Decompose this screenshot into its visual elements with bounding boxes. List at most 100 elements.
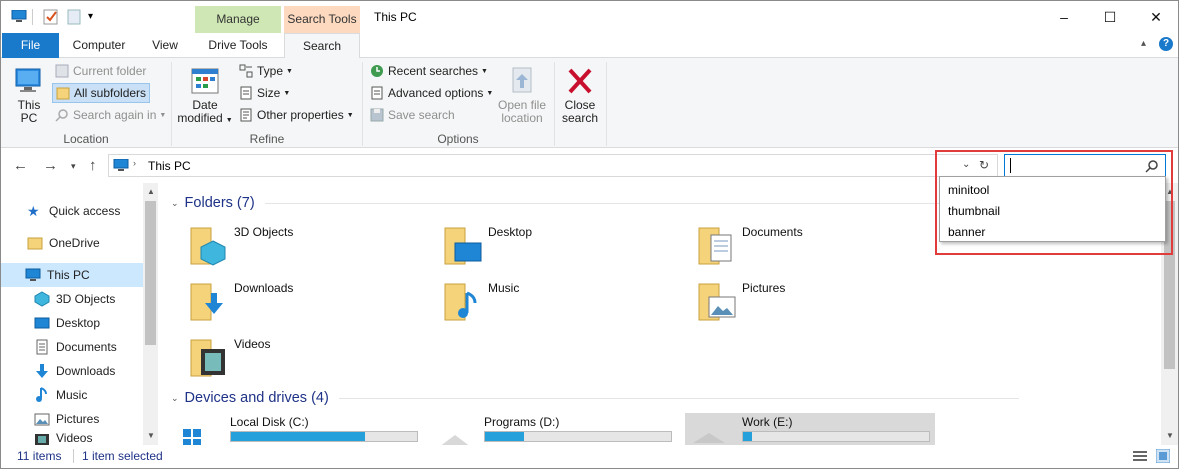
nav-scrollbar[interactable]: ▲ ▼ <box>143 183 158 445</box>
type-icon <box>239 64 253 78</box>
all-subfolders-button[interactable]: All subfolders <box>52 83 151 103</box>
save-search-button[interactable]: Save search <box>370 108 455 122</box>
devices-section-header[interactable]: ⌄ Devices and drives (4) <box>171 390 1161 406</box>
ribbon-tabs: File Computer View Drive Tools Search ▴ … <box>1 33 1178 59</box>
save-search-label: Save search <box>388 108 455 122</box>
recent-searches-label: Recent searches <box>388 64 479 78</box>
collapse-chevron-icon[interactable]: ⌄ <box>171 198 179 209</box>
folder-desktop-icon <box>444 227 482 265</box>
recent-searches-button[interactable]: Recent searches ▼ <box>370 64 488 78</box>
recent-locations-icon[interactable]: ▾ <box>71 161 76 172</box>
new-folder-icon[interactable] <box>67 9 81 25</box>
current-folder-button[interactable]: Current folder <box>55 64 146 78</box>
folder-desktop[interactable]: Desktop <box>443 225 693 275</box>
maximize-button[interactable]: ☐ <box>1087 1 1133 33</box>
up-arrow-icon[interactable]: ↑ <box>89 157 97 174</box>
details-view-icon[interactable] <box>1133 450 1147 462</box>
minimize-button[interactable]: – <box>1041 1 1087 33</box>
breadcrumb-chevron-icon[interactable]: › <box>133 158 136 168</box>
this-pc-scope-button[interactable]: This PC <box>11 66 47 125</box>
folder-downloads[interactable]: Downloads <box>189 281 439 331</box>
scroll-down-icon[interactable]: ▼ <box>147 431 155 440</box>
tab-search[interactable]: Search <box>284 33 360 59</box>
devices-header-label: Devices and drives (4) <box>184 390 329 406</box>
all-subfolders-label: All subfolders <box>74 86 147 100</box>
close-search-button[interactable]: Close search <box>559 66 601 125</box>
suggestion-item[interactable]: thumbnail <box>948 204 1000 218</box>
close-icon: ✕ <box>1150 8 1162 25</box>
cube-icon <box>34 291 50 307</box>
refine-group-label: Refine <box>249 132 285 146</box>
nav-item-pictures[interactable]: Pictures <box>34 407 99 431</box>
other-properties-button[interactable]: Other properties ▼ <box>239 108 354 122</box>
advanced-options-button[interactable]: Advanced options ▼ <box>370 86 493 100</box>
folder-documents[interactable]: Documents <box>697 225 947 275</box>
open-file-location-label2: location <box>501 111 543 125</box>
section-divider <box>264 202 1025 204</box>
minimize-ribbon-icon[interactable]: ▴ <box>1141 38 1146 49</box>
nav-item-videos[interactable]: Videos <box>34 431 92 445</box>
search-again-icon <box>55 109 68 122</box>
suggestion-item[interactable]: banner <box>948 225 985 239</box>
file-explorer-window: ▾ Manage Search Tools This PC – ☐ ✕ File… <box>0 0 1179 469</box>
recent-searches-icon <box>371 65 383 77</box>
suggestion-item[interactable]: minitool <box>948 183 989 197</box>
nav-onedrive-label: OneDrive <box>49 236 100 250</box>
nav-this-pc-label: This PC <box>47 268 90 282</box>
help-icon[interactable]: ? <box>1159 37 1173 51</box>
nav-this-pc[interactable]: This PC <box>1 263 143 287</box>
nav-item-desktop[interactable]: Desktop <box>34 311 100 335</box>
tab-drive-tools[interactable]: Drive Tools <box>195 33 281 58</box>
type-button[interactable]: Type ▼ <box>239 64 293 78</box>
folder-videos[interactable]: Videos <box>189 337 439 387</box>
folder-icon <box>27 237 43 250</box>
nav-scroll-thumb[interactable] <box>145 201 156 345</box>
address-path[interactable]: This PC <box>148 159 191 173</box>
nav-item-music[interactable]: Music <box>34 383 87 407</box>
star-icon: ★ <box>27 203 40 219</box>
videos-icon <box>35 434 49 445</box>
close-button[interactable]: ✕ <box>1133 1 1178 33</box>
tab-view[interactable]: View <box>141 33 189 58</box>
advanced-options-icon <box>371 86 383 100</box>
this-pc-icon <box>113 159 129 171</box>
large-icons-view-icon[interactable] <box>1156 449 1170 463</box>
manage-context-label: Manage <box>195 6 281 33</box>
back-arrow-icon[interactable]: ← <box>13 157 28 174</box>
search-again-in-button[interactable]: Search again in ▼ <box>55 108 166 122</box>
size-icon <box>240 86 252 100</box>
nav-onedrive[interactable]: OneDrive <box>27 231 100 255</box>
music-note-icon <box>36 387 47 402</box>
folder-music-icon <box>444 283 477 321</box>
search-tools-context-label: Search Tools <box>284 6 360 33</box>
forward-arrow-icon[interactable]: → <box>43 157 58 174</box>
folder-label: Desktop <box>488 225 533 239</box>
selection-count: 1 item selected <box>82 449 163 463</box>
open-file-location-button[interactable]: Open file location <box>495 66 549 125</box>
nav-quick-access[interactable]: ★ Quick access <box>27 199 120 223</box>
nav-item-documents[interactable]: Documents <box>34 335 117 359</box>
collapse-chevron-icon[interactable]: ⌄ <box>171 393 179 404</box>
nav-item-downloads[interactable]: Downloads <box>34 359 115 383</box>
customize-qat-icon[interactable]: ▾ <box>88 11 93 22</box>
drive-label: Local Disk (C:) <box>230 415 309 429</box>
tab-computer[interactable]: Computer <box>63 33 135 58</box>
date-modified-button[interactable]: Date modified ▼ <box>177 66 233 127</box>
folder-3d-objects[interactable]: 3D Objects <box>189 225 439 275</box>
this-pc-app-icon[interactable] <box>11 9 27 23</box>
scroll-up-icon[interactable]: ▲ <box>147 187 155 196</box>
folder-music[interactable]: Music <box>443 281 693 331</box>
current-folder-label: Current folder <box>73 64 147 78</box>
properties-icon[interactable] <box>43 9 59 25</box>
scroll-down-icon[interactable]: ▼ <box>1166 431 1174 440</box>
nav-item-3d-objects[interactable]: 3D Objects <box>34 287 115 311</box>
status-divider <box>73 449 74 463</box>
address-bar[interactable]: › This PC ⌄ ↻ <box>108 154 998 177</box>
folder-pictures[interactable]: Pictures <box>697 281 947 331</box>
tab-file[interactable]: File <box>2 33 59 58</box>
size-button[interactable]: Size ▼ <box>239 86 290 100</box>
drive-e[interactable]: Work (E:) <box>685 413 935 445</box>
open-file-location-icon <box>512 67 532 93</box>
drive-usage-bar <box>484 431 672 442</box>
nav-item-label: Documents <box>56 340 117 354</box>
